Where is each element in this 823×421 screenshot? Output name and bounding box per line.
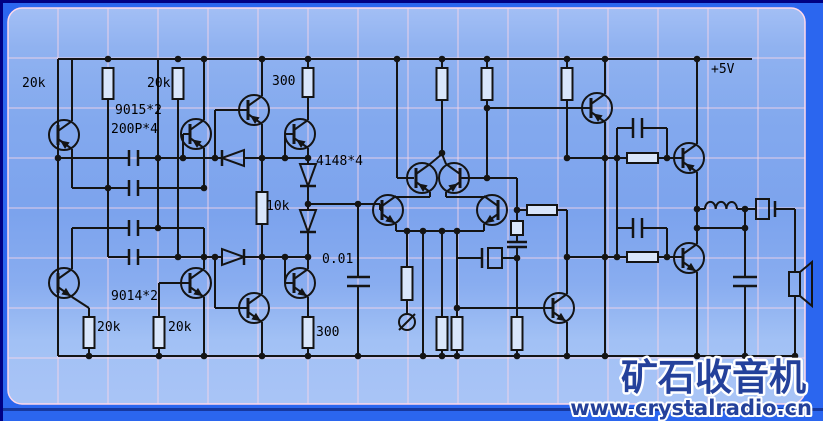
label-power-rail: +5V (711, 62, 735, 77)
label-r-10k: 10k (266, 199, 290, 214)
resistor (101, 67, 115, 100)
resistor (510, 316, 524, 351)
resistor (301, 67, 315, 98)
resistor (152, 316, 166, 349)
schematic-screenshot: 20k 20k 9015*2 200P*4 300 4148*4 10k 0.0… (0, 0, 823, 421)
resistor (626, 251, 659, 263)
resistor (560, 67, 574, 101)
label-r-300-bottom: 300 (316, 325, 339, 340)
circuit-schematic-canvas: 20k 20k 9015*2 200P*4 300 4148*4 10k 0.0… (0, 0, 823, 421)
label-transistors-top: 9015*2 (115, 103, 162, 118)
grid-panel (7, 7, 806, 405)
label-r-300-top: 300 (272, 74, 295, 89)
label-c-001: 0.01 (322, 252, 353, 267)
resistor (626, 152, 659, 164)
label-transistors-bottom: 9014*2 (111, 289, 158, 304)
label-diode-group: 4148*4 (316, 154, 363, 169)
label-r-bottom-2: 20k (168, 320, 192, 335)
label-r-top-2: 20k (147, 76, 171, 91)
resistor (526, 204, 558, 216)
resistor (301, 316, 315, 349)
resistor (82, 316, 96, 349)
resistor (171, 67, 185, 100)
resistor (435, 67, 449, 101)
resistor (480, 67, 494, 101)
resistor (510, 220, 524, 236)
watermark-title: 矿石收音机 (621, 356, 806, 399)
label-r-bottom-1: 20k (97, 320, 121, 335)
resistor (450, 316, 464, 351)
left-dark-edge (0, 0, 3, 421)
label-cap-bank: 200P*4 (111, 122, 158, 137)
resistor (435, 316, 449, 351)
label-r-top-1: 20k (22, 76, 46, 91)
watermark-url: www.crystalradio.cn (570, 396, 812, 420)
top-dark-edge (0, 0, 823, 3)
resistor (400, 266, 414, 301)
